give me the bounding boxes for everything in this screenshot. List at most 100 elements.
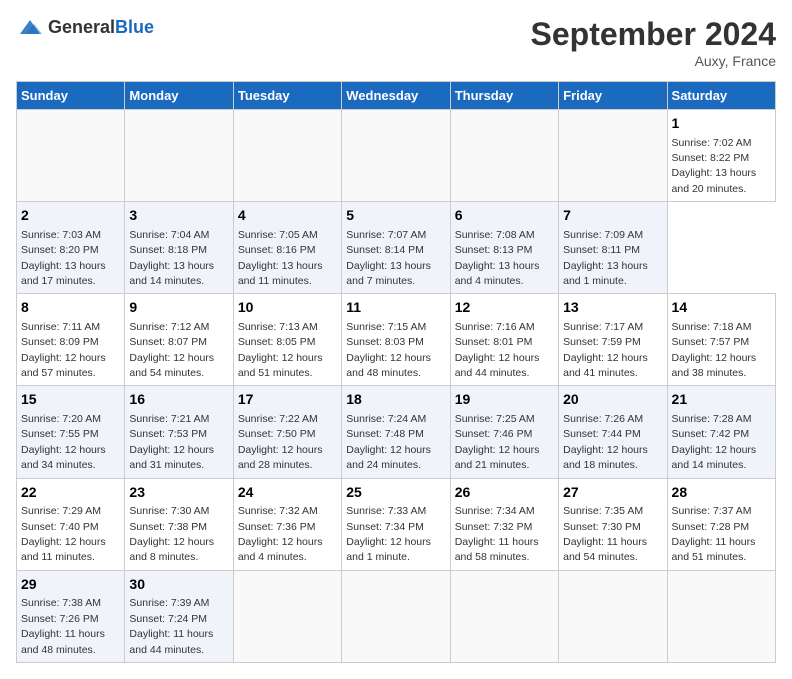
sunset-info: Sunset: 8:20 PM: [21, 244, 99, 256]
sunrise-info: Sunrise: 7:15 AM: [346, 321, 426, 333]
day-number: 16: [129, 390, 228, 410]
daylight-info: Daylight: 12 hours and 11 minutes.: [21, 536, 106, 563]
daylight-info: Daylight: 12 hours and 14 minutes.: [672, 444, 757, 471]
sunset-info: Sunset: 8:03 PM: [346, 336, 424, 348]
sunrise-info: Sunrise: 7:12 AM: [129, 321, 209, 333]
sunrise-info: Sunrise: 7:08 AM: [455, 229, 535, 241]
day-number: 5: [346, 206, 445, 226]
daylight-info: Daylight: 12 hours and 1 minute.: [346, 536, 431, 563]
calendar-week-row: 29Sunrise: 7:38 AMSunset: 7:26 PMDayligh…: [17, 570, 776, 662]
col-friday: Friday: [559, 82, 667, 110]
day-number: 23: [129, 483, 228, 503]
sunrise-info: Sunrise: 7:17 AM: [563, 321, 643, 333]
calendar-day-cell: 17Sunrise: 7:22 AMSunset: 7:50 PMDayligh…: [233, 386, 341, 478]
calendar-day-cell: 5Sunrise: 7:07 AMSunset: 8:14 PMDaylight…: [342, 202, 450, 294]
daylight-info: Daylight: 11 hours and 48 minutes.: [21, 628, 105, 655]
sunset-info: Sunset: 8:11 PM: [563, 244, 640, 256]
calendar-table: Sunday Monday Tuesday Wednesday Thursday…: [16, 81, 776, 663]
daylight-info: Daylight: 13 hours and 7 minutes.: [346, 260, 431, 287]
col-wednesday: Wednesday: [342, 82, 450, 110]
sunrise-info: Sunrise: 7:16 AM: [455, 321, 535, 333]
daylight-info: Daylight: 13 hours and 14 minutes.: [129, 260, 214, 287]
daylight-info: Daylight: 12 hours and 28 minutes.: [238, 444, 323, 471]
calendar-day-cell: [17, 110, 125, 202]
calendar-header: Sunday Monday Tuesday Wednesday Thursday…: [17, 82, 776, 110]
calendar-day-cell: [342, 110, 450, 202]
sunset-info: Sunset: 7:53 PM: [129, 428, 207, 440]
calendar-day-cell: [125, 110, 233, 202]
daylight-info: Daylight: 12 hours and 8 minutes.: [129, 536, 214, 563]
sunset-info: Sunset: 8:07 PM: [129, 336, 207, 348]
calendar-day-cell: 16Sunrise: 7:21 AMSunset: 7:53 PMDayligh…: [125, 386, 233, 478]
sunset-info: Sunset: 7:32 PM: [455, 521, 533, 533]
daylight-info: Daylight: 12 hours and 44 minutes.: [455, 352, 540, 379]
daylight-info: Daylight: 12 hours and 54 minutes.: [129, 352, 214, 379]
sunset-info: Sunset: 8:16 PM: [238, 244, 316, 256]
sunrise-info: Sunrise: 7:39 AM: [129, 597, 209, 609]
day-number: 1: [672, 114, 771, 134]
day-number: 11: [346, 298, 445, 318]
day-number: 17: [238, 390, 337, 410]
daylight-info: Daylight: 12 hours and 57 minutes.: [21, 352, 106, 379]
day-number: 6: [455, 206, 554, 226]
col-thursday: Thursday: [450, 82, 558, 110]
sunrise-info: Sunrise: 7:07 AM: [346, 229, 426, 241]
sunrise-info: Sunrise: 7:28 AM: [672, 413, 752, 425]
calendar-week-row: 1Sunrise: 7:02 AMSunset: 8:22 PMDaylight…: [17, 110, 776, 202]
calendar-day-cell: [233, 570, 341, 662]
calendar-day-cell: 10Sunrise: 7:13 AMSunset: 8:05 PMDayligh…: [233, 294, 341, 386]
calendar-day-cell: [559, 110, 667, 202]
day-number: 14: [672, 298, 771, 318]
header-row: Sunday Monday Tuesday Wednesday Thursday…: [17, 82, 776, 110]
calendar-day-cell: 24Sunrise: 7:32 AMSunset: 7:36 PMDayligh…: [233, 478, 341, 570]
sunrise-info: Sunrise: 7:29 AM: [21, 505, 101, 517]
sunset-info: Sunset: 7:30 PM: [563, 521, 641, 533]
page-header: GeneralBlue September 2024 Auxy, France: [16, 16, 776, 69]
calendar-week-row: 22Sunrise: 7:29 AMSunset: 7:40 PMDayligh…: [17, 478, 776, 570]
day-number: 7: [563, 206, 662, 226]
day-number: 3: [129, 206, 228, 226]
month-title: September 2024: [531, 16, 776, 53]
calendar-day-cell: [559, 570, 667, 662]
sunrise-info: Sunrise: 7:03 AM: [21, 229, 101, 241]
daylight-info: Daylight: 12 hours and 4 minutes.: [238, 536, 323, 563]
col-saturday: Saturday: [667, 82, 775, 110]
sunset-info: Sunset: 7:26 PM: [21, 613, 99, 625]
day-number: 10: [238, 298, 337, 318]
sunset-info: Sunset: 7:44 PM: [563, 428, 641, 440]
logo-general: General: [48, 17, 115, 37]
sunset-info: Sunset: 7:42 PM: [672, 428, 750, 440]
title-block: September 2024 Auxy, France: [531, 16, 776, 69]
sunrise-info: Sunrise: 7:30 AM: [129, 505, 209, 517]
day-number: 22: [21, 483, 120, 503]
day-number: 2: [21, 206, 120, 226]
sunrise-info: Sunrise: 7:32 AM: [238, 505, 318, 517]
sunrise-info: Sunrise: 7:38 AM: [21, 597, 101, 609]
daylight-info: Daylight: 12 hours and 24 minutes.: [346, 444, 431, 471]
calendar-week-row: 2 Sunrise: 7:03 AM Sunset: 8:20 PM Daylight…: [17, 202, 776, 294]
sunset-info: Sunset: 7:59 PM: [563, 336, 641, 348]
daylight-info: Daylight: 12 hours and 38 minutes.: [672, 352, 757, 379]
sunset-info: Sunset: 8:18 PM: [129, 244, 207, 256]
logo-icon: [16, 16, 44, 38]
sunset-info: Sunset: 7:57 PM: [672, 336, 750, 348]
col-tuesday: Tuesday: [233, 82, 341, 110]
calendar-day-cell: [450, 110, 558, 202]
sunrise-info: Sunrise: 7:09 AM: [563, 229, 643, 241]
daylight-info: Daylight: 11 hours and 44 minutes.: [129, 628, 213, 655]
daylight-info: Daylight: 12 hours and 34 minutes.: [21, 444, 106, 471]
calendar-day-cell: [667, 570, 775, 662]
sunset-info: Sunset: 8:22 PM: [672, 152, 750, 164]
daylight-info: Daylight: 12 hours and 21 minutes.: [455, 444, 540, 471]
calendar-day-cell: 9Sunrise: 7:12 AMSunset: 8:07 PMDaylight…: [125, 294, 233, 386]
sunrise-info: Sunrise: 7:11 AM: [21, 321, 100, 333]
daylight-info: Daylight: 12 hours and 51 minutes.: [238, 352, 323, 379]
calendar-day-cell: 28Sunrise: 7:37 AMSunset: 7:28 PMDayligh…: [667, 478, 775, 570]
daylight-info: Daylight: 11 hours and 54 minutes.: [563, 536, 647, 563]
col-sunday: Sunday: [17, 82, 125, 110]
day-number: 24: [238, 483, 337, 503]
daylight-info: Daylight: 12 hours and 48 minutes.: [346, 352, 431, 379]
sunrise-info: Sunrise: 7:22 AM: [238, 413, 318, 425]
calendar-day-cell: 3Sunrise: 7:04 AMSunset: 8:18 PMDaylight…: [125, 202, 233, 294]
calendar-day-cell: 14Sunrise: 7:18 AMSunset: 7:57 PMDayligh…: [667, 294, 775, 386]
